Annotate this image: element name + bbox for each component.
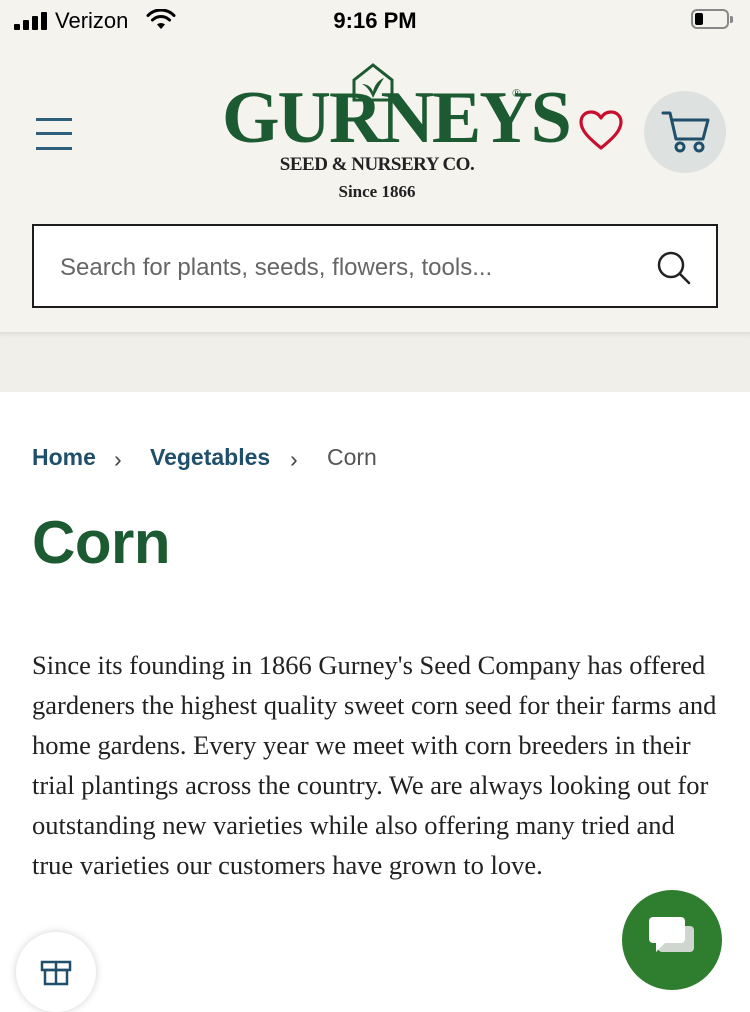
gift-button[interactable] <box>16 932 96 1012</box>
logo-brand: GURNEYS <box>222 77 572 159</box>
menu-icon <box>36 118 72 121</box>
gurneys-logo[interactable]: GURNEYS ® SEED & NURSERY CO. Since 1866 <box>222 62 572 208</box>
battery-icon <box>691 9 735 31</box>
chat-icon <box>649 917 694 952</box>
gift-icon <box>40 960 72 986</box>
breadcrumb-current: Corn <box>327 444 377 470</box>
search-button[interactable] <box>654 248 694 288</box>
search-icon <box>657 251 691 285</box>
breadcrumb-home[interactable]: Home <box>32 444 96 471</box>
category-description: Since its founding in 1866 Gurney's Seed… <box>32 650 717 880</box>
search-input[interactable] <box>58 248 622 288</box>
search-box <box>32 224 718 308</box>
chevron-right-icon: › <box>114 446 122 472</box>
logo-subtitle: SEED & NURSERY CO. <box>279 154 475 175</box>
cart-icon <box>661 111 710 153</box>
cart-button[interactable] <box>644 91 726 173</box>
page-title: Corn <box>32 509 170 576</box>
status-time: 9:16 PM <box>333 8 417 33</box>
status-bar: Verizon 9:16 PM <box>0 0 750 44</box>
menu-button[interactable] <box>36 116 72 152</box>
header-subbar <box>0 332 750 392</box>
registered-mark: ® <box>512 86 522 100</box>
wishlist-button[interactable] <box>576 108 628 156</box>
chat-button[interactable] <box>622 890 722 990</box>
logo-since: Since 1866 <box>338 182 416 201</box>
heart-icon <box>579 110 623 150</box>
chevron-right-icon: › <box>290 446 298 472</box>
breadcrumb-vegetables[interactable]: Vegetables <box>150 444 270 471</box>
